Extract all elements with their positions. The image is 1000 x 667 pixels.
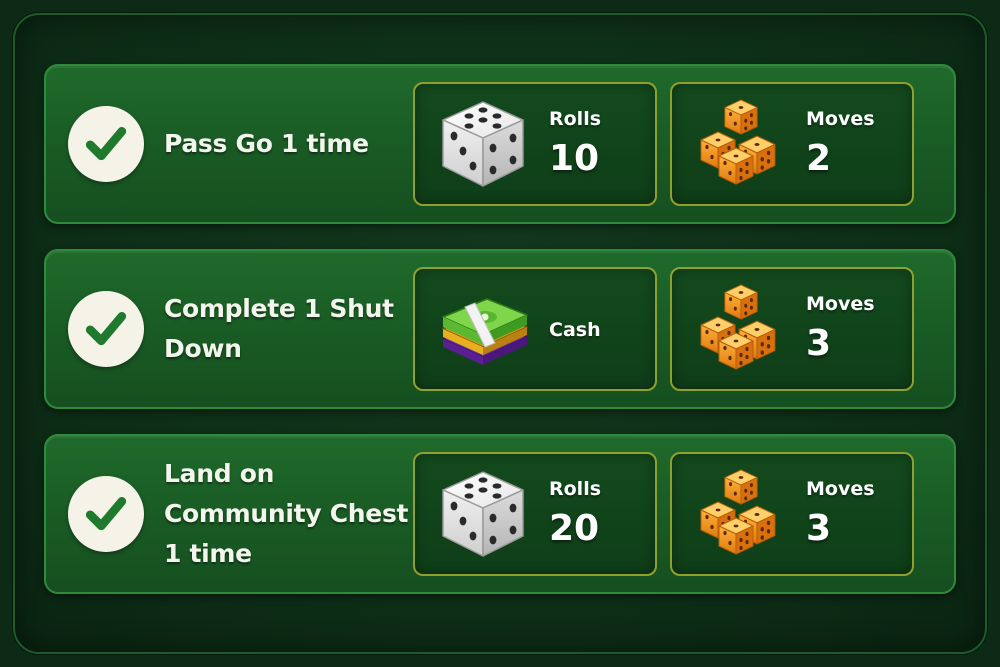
reward-label: Rolls <box>549 478 602 500</box>
reward-card-moves: Moves 3 <box>670 452 914 576</box>
reward-value: 20 <box>549 508 600 549</box>
die-icon <box>435 466 531 562</box>
reward-label: Moves <box>806 293 875 315</box>
reward-value: 3 <box>806 323 832 364</box>
reward-value: 3 <box>806 508 832 549</box>
quest-title: Complete 1 Shut Down <box>164 294 394 363</box>
reward-card-rolls: Rolls 20 <box>413 452 657 576</box>
reward-label: Moves <box>806 108 875 130</box>
reward-card-cash: Cash <box>413 267 657 391</box>
completed-check-icon <box>68 476 144 552</box>
reward-label: Moves <box>806 478 875 500</box>
reward-card-moves: Moves 3 <box>670 267 914 391</box>
reward-label: Cash <box>549 319 601 341</box>
quest-title: Land on Community Chest 1 time <box>164 459 409 568</box>
orange-dice-stack-icon <box>692 281 788 377</box>
reward-card-moves: Moves 2 <box>670 82 914 206</box>
die-icon <box>435 96 531 192</box>
orange-dice-stack-icon <box>692 466 788 562</box>
completed-check-icon <box>68 106 144 182</box>
completed-check-icon <box>68 291 144 367</box>
orange-dice-stack-icon <box>692 96 788 192</box>
reward-card-rolls: Rolls 10 <box>413 82 657 206</box>
reward-value: 10 <box>549 138 600 179</box>
quest-title: Pass Go 1 time <box>164 129 369 158</box>
quest-row: Pass Go 1 time Rolls 10 Moves 2 <box>44 64 956 224</box>
quest-row: Land on Community Chest 1 time Rolls 20 … <box>44 434 956 594</box>
reward-label: Rolls <box>549 108 602 130</box>
reward-value: 2 <box>806 138 832 179</box>
quest-row: Complete 1 Shut Down Cash Moves 3 <box>44 249 956 409</box>
cash-stack-icon <box>435 281 531 377</box>
